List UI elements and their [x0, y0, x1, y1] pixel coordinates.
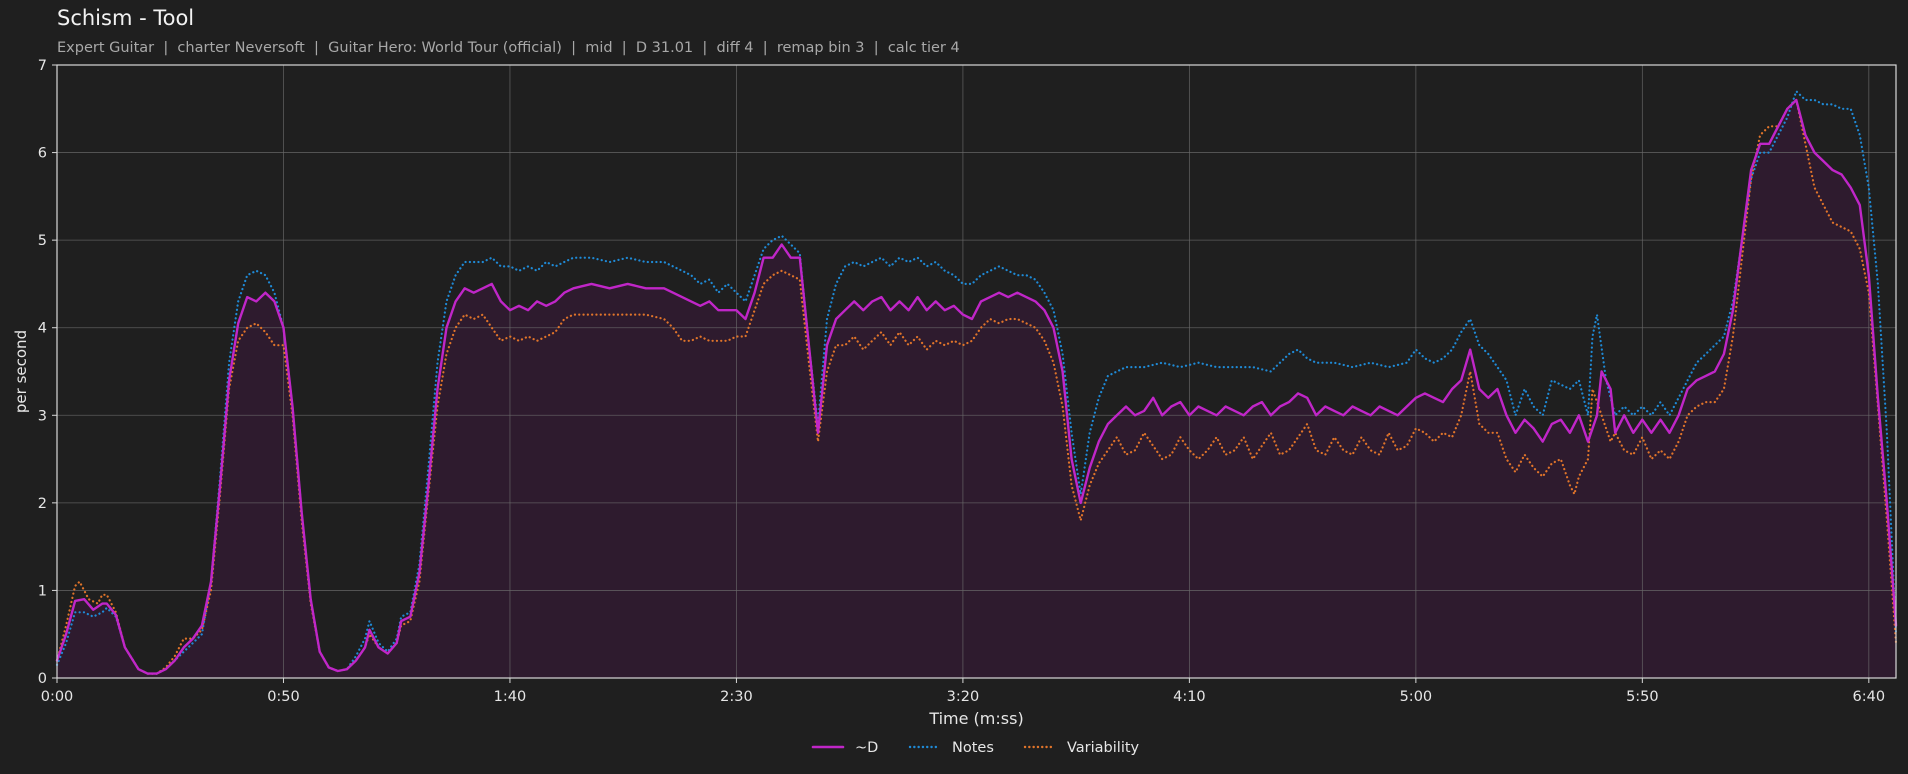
- y-tick-label: 1: [38, 583, 47, 599]
- x-tick-label: 5:50: [1626, 689, 1659, 705]
- legend-label: ~D: [855, 740, 878, 756]
- line-chart: 0:00 0:50 1:40 2:30 3:20 4:10 5:00 5:50 6:40 0 1 2 3…: [12, 58, 1898, 756]
- y-tick-label: 6: [38, 146, 47, 162]
- x-tick-label: 3:20: [947, 689, 980, 705]
- x-tick-label: 0:00: [41, 689, 74, 705]
- x-tick-label: 0:50: [267, 689, 300, 705]
- y-tick-label: 5: [38, 233, 47, 249]
- x-tick-label: 6:40: [1853, 689, 1886, 705]
- x-tick-label: 4:10: [1173, 689, 1206, 705]
- y-tick-label: 3: [38, 408, 47, 424]
- x-tick-label: 2:30: [720, 689, 753, 705]
- x-tick-label: 5:00: [1400, 689, 1433, 705]
- legend-label: Notes: [952, 740, 994, 756]
- legend: ~D Notes Variability: [811, 740, 1140, 756]
- y-tick-label: 2: [38, 496, 47, 512]
- y-tick-label: 4: [38, 321, 47, 337]
- y-tick-label: 7: [38, 58, 47, 74]
- legend-label: Variability: [1067, 740, 1140, 756]
- x-tick-label: 1:40: [494, 689, 527, 705]
- y-tick-label: 0: [38, 671, 47, 687]
- y-axis-label: per second: [12, 330, 30, 413]
- x-axis-label: Time (m:ss): [928, 709, 1023, 728]
